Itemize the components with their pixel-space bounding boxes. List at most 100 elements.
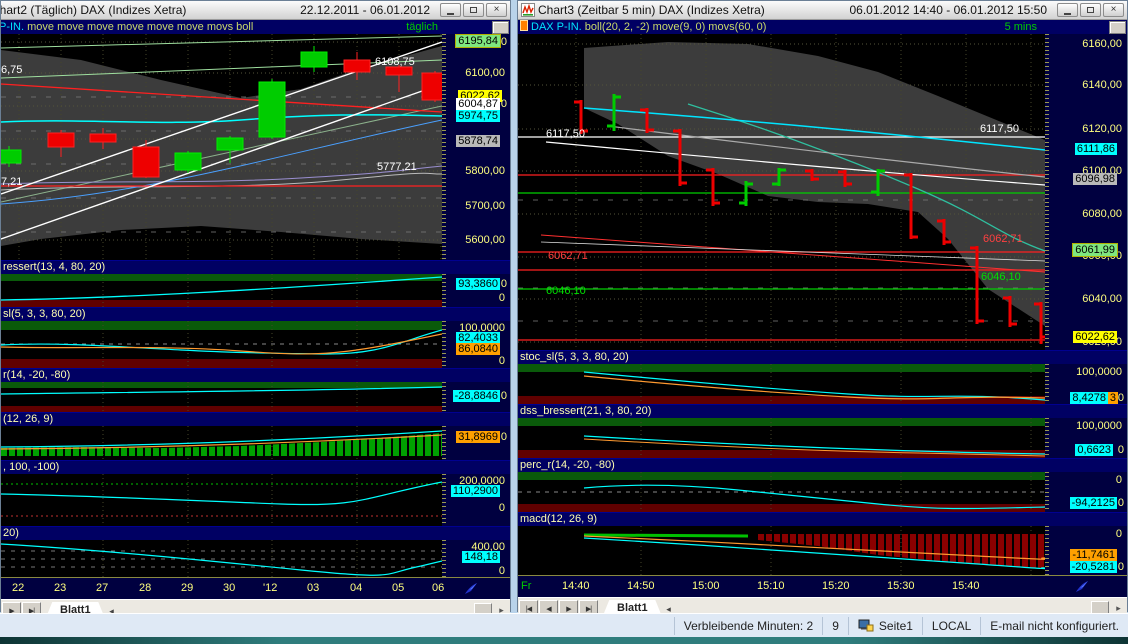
dss-canvas[interactable] <box>1 274 442 307</box>
scale-label: 0 <box>499 292 505 304</box>
indicator-name: (12, 26, 9) <box>3 413 53 425</box>
chart3-price-axis[interactable]: 6160,00 6140,00 6120,00 6111,86 6100,00 … <box>1049 34 1127 350</box>
dss-value-axis: 100,0000 0 0,6623 <box>1049 418 1127 458</box>
value-peek: 0 <box>1118 392 1124 404</box>
price-label: 6160,00 <box>1082 38 1122 50</box>
chart2-titlebar[interactable]: Chart2 (Täglich) DAX (Indizes Xetra) 22.… <box>1 1 510 20</box>
dss-value-axis: 0 93,3860 0 <box>446 274 510 307</box>
minimize-icon <box>1064 13 1071 15</box>
time-tick: 30 <box>223 582 235 594</box>
chart2-price-axis[interactable]: 0 6195,84 6100,00 6022,62 0 6004,87 5974… <box>446 34 510 260</box>
indicator-value: -20,5281 <box>1070 561 1117 573</box>
indicator-name: 20) <box>3 527 19 539</box>
chart2-main-panel: 6108,75 5777,21 6,75 7,21 0 6195,84 6100… <box>1 34 510 260</box>
time-tick: 15:20 <box>822 580 850 592</box>
status-bar: Verbleibende Minuten: 2 9 Seite1 LOCAL E… <box>0 613 1128 637</box>
chart-price-note: 6117,50 <box>980 123 1019 135</box>
scale-label: 0 <box>1116 528 1122 540</box>
indicator-panel-macd: 0 31,8969 <box>1 426 510 460</box>
minimize-button[interactable] <box>1057 3 1078 17</box>
restore-icon <box>470 7 477 13</box>
restore-button[interactable] <box>1080 3 1101 17</box>
status-connection: LOCAL <box>922 617 980 635</box>
indicator-title-dss-bressert: dss_bressert(21, 3, 80, 20) <box>518 404 1127 418</box>
indicator-name: stoc_sl(5, 3, 3, 80, 20) <box>520 351 629 363</box>
indicator-value: 148,18 <box>462 551 500 563</box>
stochastic-canvas[interactable] <box>1 321 442 368</box>
restore-icon <box>1087 7 1094 13</box>
restore-button[interactable] <box>463 3 484 17</box>
window-title: Chart2 (Täglich) DAX (Indizes Xetra) <box>1 3 186 17</box>
chart2-time-axis[interactable]: 22 23 27 28 29 30 '12 03 04 05 06 <box>1 577 510 599</box>
macd-canvas[interactable] <box>518 526 1045 575</box>
chart3-main-panel: 6117,50 6117,50 6062,71 6062,71 6046,10 … <box>518 34 1127 350</box>
chart2-window[interactable]: Chart2 (Täglich) DAX (Indizes Xetra) 22.… <box>0 0 511 612</box>
time-tick: '12 <box>263 582 277 594</box>
stochastic-value-axis: 100,0000 82,4033 86,0840 0 <box>446 321 510 368</box>
time-tick: 06 <box>432 582 444 594</box>
price-label: 6040,00 <box>1082 293 1122 305</box>
time-tick: 03 <box>307 582 319 594</box>
chart-price-note: 6046,10 <box>546 285 586 297</box>
timeframe-label: täglich <box>406 20 438 34</box>
studies-label: move move move move move move movs boll <box>24 21 253 33</box>
chart-price-note: 6108,75 <box>375 56 415 68</box>
time-tick: 15:30 <box>887 580 915 592</box>
value-peek: 0 <box>501 390 507 402</box>
indicator-name: r(14, -20, -80) <box>3 369 70 381</box>
indicator-value: 93,3860 <box>456 278 500 290</box>
price-highlight: 5974,75 <box>456 110 500 122</box>
oscillator-canvas[interactable] <box>1 474 442 526</box>
indicator-panel-percent-r: 0 -28,8846 <box>1 382 510 412</box>
dart-cursor-icon[interactable] <box>1074 578 1090 594</box>
macd-canvas[interactable] <box>1 426 442 460</box>
chart3-time-axis[interactable]: Fr 14:40 14:50 15:00 15:10 15:20 15:30 1… <box>518 575 1127 597</box>
chart2-legend: P-IN. move move move move move move movs… <box>1 20 510 34</box>
time-tick: 29 <box>181 582 193 594</box>
chart3-price-canvas[interactable] <box>518 34 1045 350</box>
close-button[interactable]: × <box>1103 3 1124 17</box>
chart3-window[interactable]: Chart3 (Zeitbar 5 min) DAX (Indizes Xetr… <box>517 0 1128 612</box>
indicator-name: sl(5, 3, 3, 80, 20) <box>3 308 86 320</box>
status-page-label: Seite1 <box>879 617 913 635</box>
indicator-value: 8,4278 <box>1070 392 1108 404</box>
indicator-title-percent-r: r(14, -20, -80) <box>1 368 510 382</box>
titlebar-date-range: 22.12.2011 - 06.01.2012 <box>300 3 430 17</box>
stoc-sl-canvas[interactable] <box>518 364 1045 404</box>
scale-label: 0 <box>499 565 505 577</box>
timeframe-label: 5 mins <box>1005 20 1037 34</box>
chart-scroll-up-button[interactable] <box>492 21 509 34</box>
chart-scroll-up-button[interactable] <box>1109 21 1126 34</box>
indicator-panel-dss-bressert: 0 93,3860 0 <box>1 274 510 307</box>
momentum-canvas[interactable] <box>1 540 442 577</box>
status-email: E-mail nicht konfiguriert. <box>980 617 1128 635</box>
chart-price-note: 6062,71 <box>983 233 1023 245</box>
close-button[interactable]: × <box>486 3 507 17</box>
indicator-value: 86,0840 <box>456 343 500 355</box>
chart-price-note: 6062,71 <box>548 250 588 262</box>
indicator-name: dss_bressert(21, 3, 80, 20) <box>520 405 651 417</box>
indicator-name: macd(12, 26, 9) <box>520 513 597 525</box>
minimize-icon <box>447 13 454 15</box>
perc-r-canvas[interactable] <box>518 472 1045 512</box>
minimize-button[interactable] <box>440 3 461 17</box>
time-tick: 23 <box>54 582 66 594</box>
time-tick: 04 <box>350 582 362 594</box>
dss-canvas[interactable] <box>518 418 1045 458</box>
price-label: 6080,00 <box>1082 208 1122 220</box>
chart3-titlebar[interactable]: Chart3 (Zeitbar 5 min) DAX (Indizes Xetr… <box>518 1 1127 20</box>
price-highlight: 6111,86 <box>1075 143 1117 155</box>
indicator-title-stoc-sl: stoc_sl(5, 3, 3, 80, 20) <box>518 350 1127 364</box>
time-tick: 15:10 <box>757 580 785 592</box>
price-highlight: 6061,99 <box>1073 244 1117 256</box>
chart3-legend: DAX P-IN. boll(20, 2, -2) move(9, 0) mov… <box>518 20 1127 34</box>
time-tick: 28 <box>139 582 151 594</box>
time-tick: 15:40 <box>952 580 980 592</box>
status-page: Seite1 <box>848 617 922 635</box>
indicator-panel-momentum: 400,00 148,18 0 <box>1 540 510 577</box>
chart-price-note: 6,75 <box>1 64 22 76</box>
perc-r-value-axis: 0 0 -94,2125 <box>1049 472 1127 512</box>
dart-cursor-icon[interactable] <box>463 580 479 596</box>
percent-r-value-axis: 0 -28,8846 <box>446 382 510 412</box>
percent-r-canvas[interactable] <box>1 382 442 412</box>
